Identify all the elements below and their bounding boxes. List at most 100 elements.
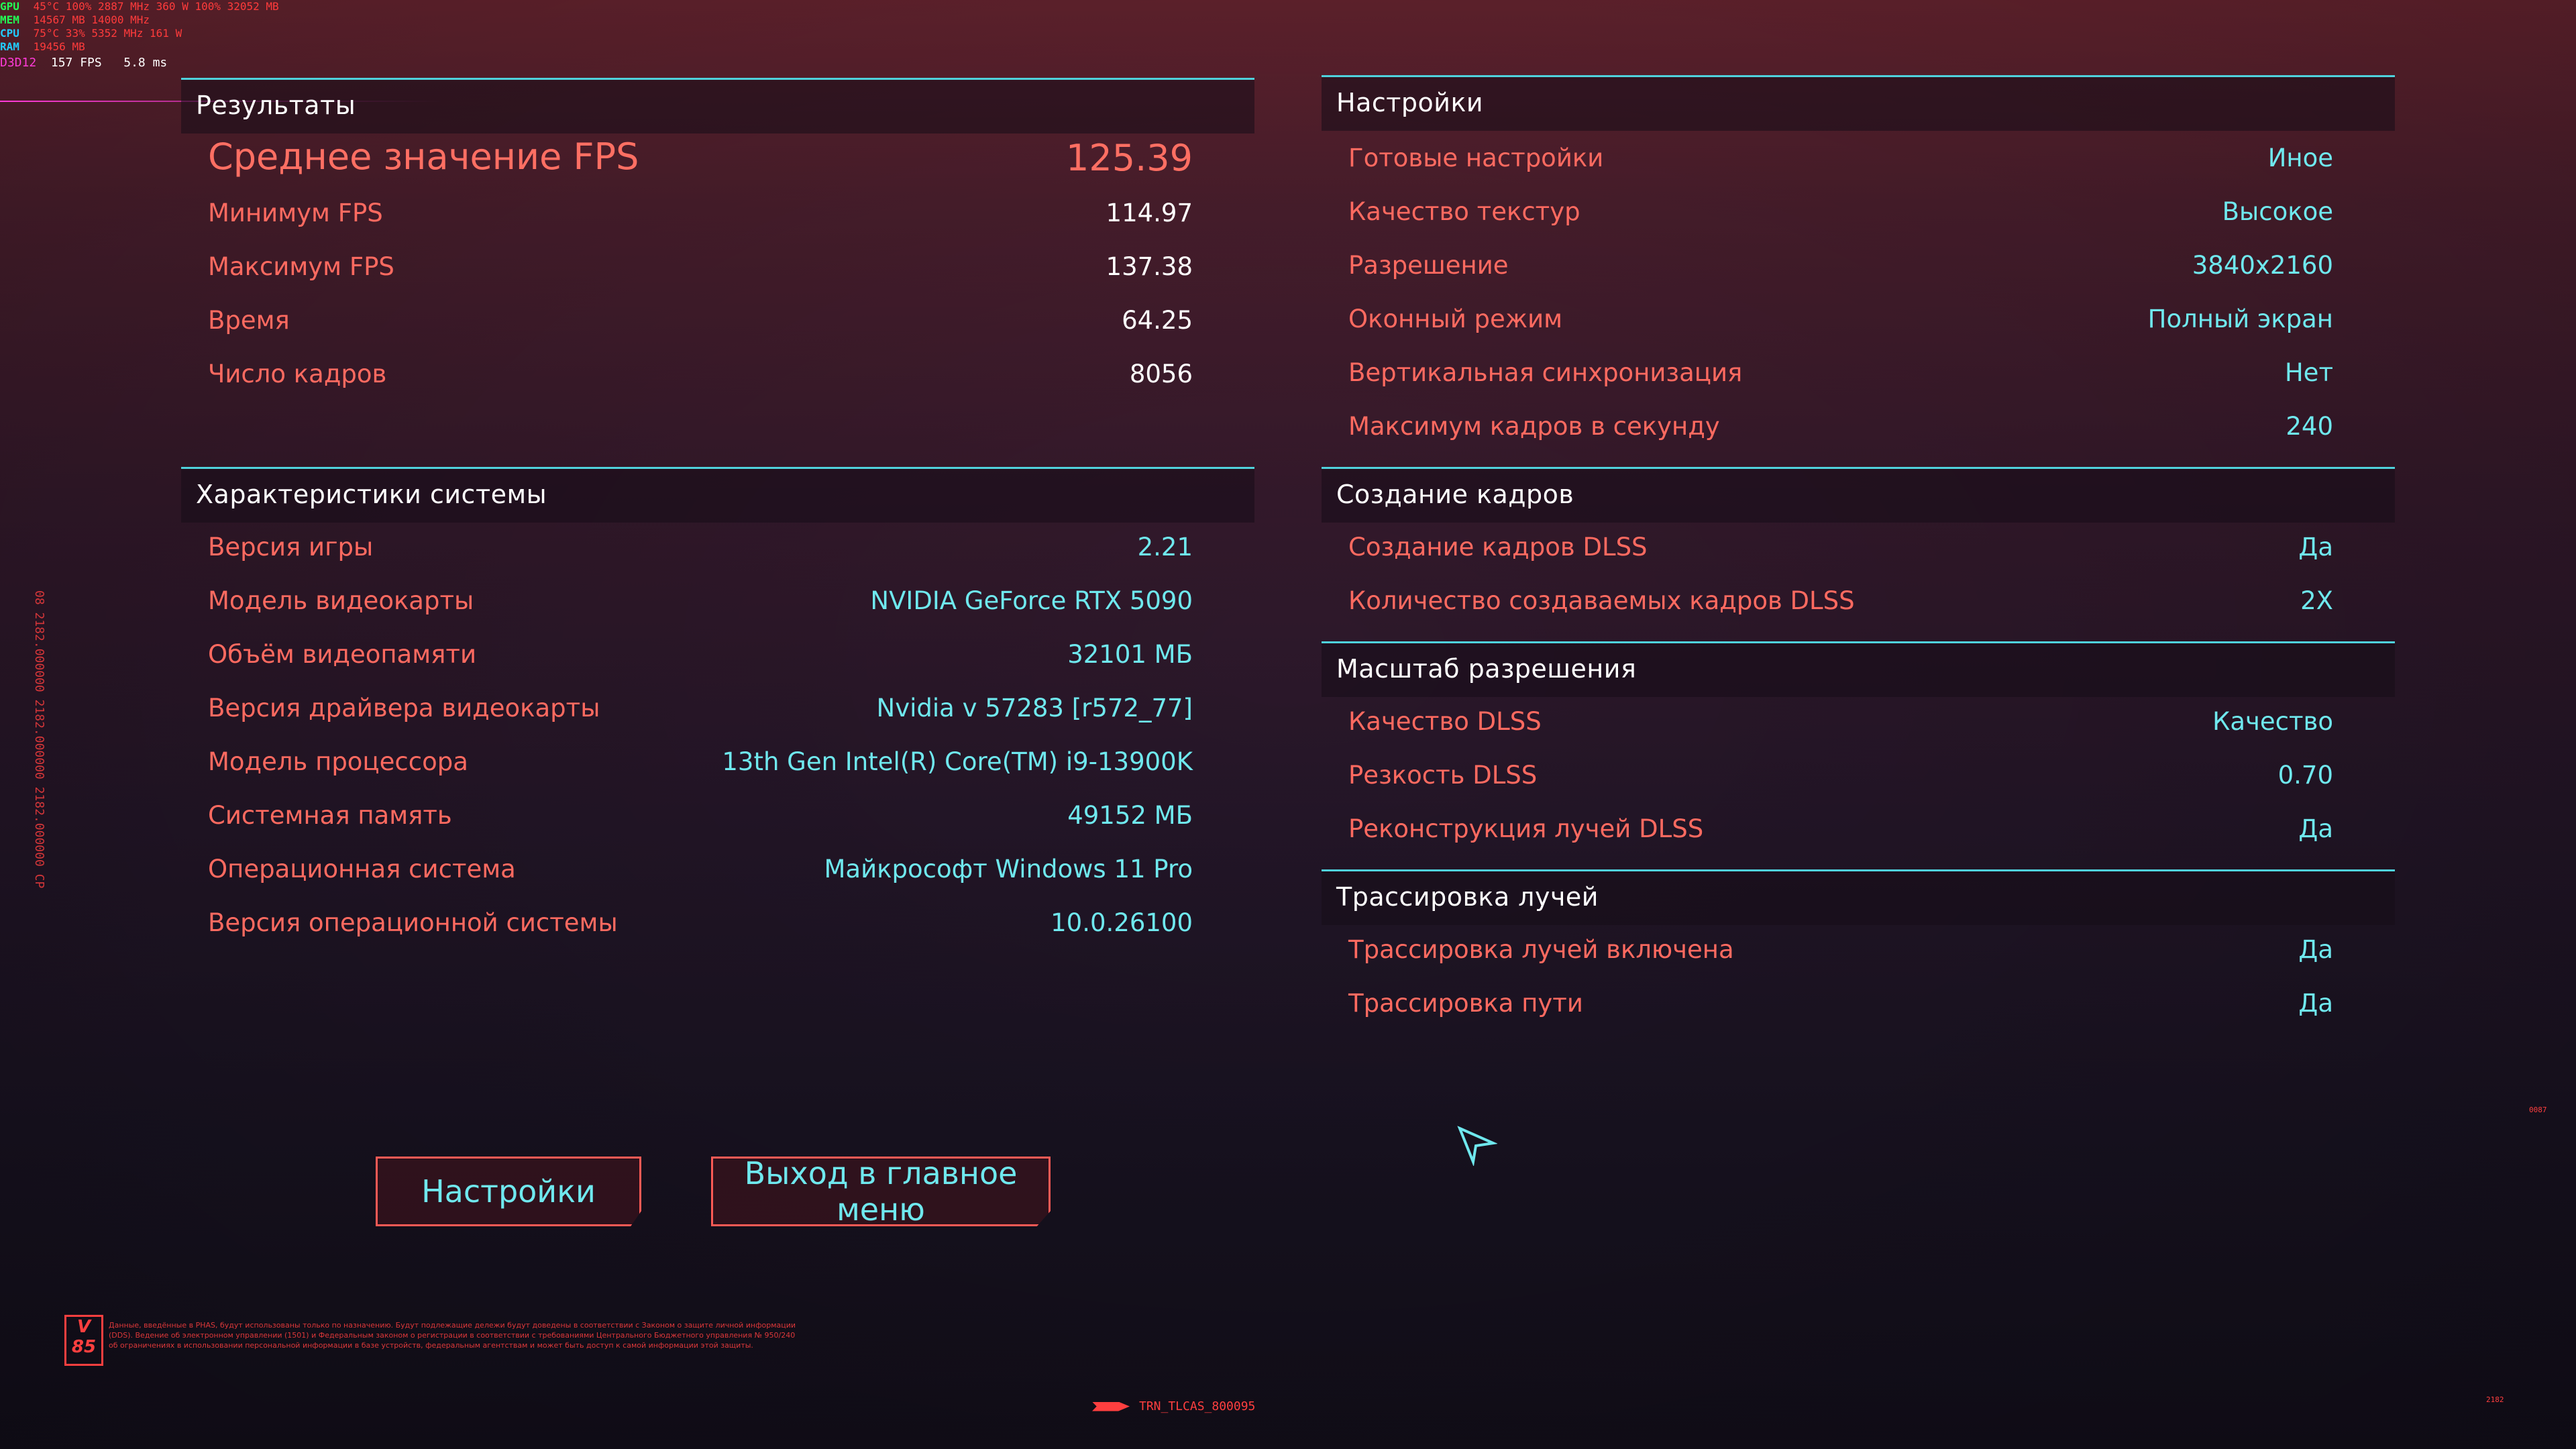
overlay-label: GPU xyxy=(0,0,19,13)
system-label: Операционная система xyxy=(208,855,516,883)
framegen-label: Создание кадров DLSS xyxy=(1348,533,1648,561)
badge-bottom: 85 xyxy=(71,1337,97,1357)
system-value: 13th Gen Intel(R) Core(TM) i9-13900K xyxy=(722,747,1193,776)
system-value: 10.0.26100 xyxy=(1051,908,1193,937)
stat-label: Минимум FPS xyxy=(208,199,383,227)
settings-value: 3840x2160 xyxy=(2192,251,2333,280)
settings-panel: Настройки Готовые настройки Иное Качеств… xyxy=(1322,75,2395,464)
stat-value: 125.39 xyxy=(1066,137,1193,179)
raytracing-label: Трассировка лучей включена xyxy=(1348,935,1734,964)
stat-row-max-fps: Максимум FPS 137.38 xyxy=(181,240,1254,294)
system-label: Версия игры xyxy=(208,533,374,561)
framegen-title: Создание кадров xyxy=(1336,480,1574,509)
system-label: Объём видеопамяти xyxy=(208,640,476,669)
build-id: TRN_TLCAS_800095 xyxy=(1092,1399,1255,1413)
scaling-row-ray-reconstruction: Реконструкция лучей DLSS Да xyxy=(1322,802,2395,856)
system-label: Модель процессора xyxy=(208,747,468,776)
settings-value: 240 xyxy=(2286,412,2333,441)
badge-top: V xyxy=(76,1317,91,1337)
settings-label: Вертикальная синхронизация xyxy=(1348,358,1743,387)
raytracing-row-path: Трассировка пути Да xyxy=(1322,977,2395,1030)
framegen-value: Да xyxy=(2298,533,2333,561)
system-label: Версия операционной системы xyxy=(208,908,618,937)
scaling-value: Да xyxy=(2298,814,2333,843)
settings-row-vsync: Вертикальная синхронизация Нет xyxy=(1322,346,2395,400)
settings-header: Настройки xyxy=(1322,75,2395,131)
rating-badge: V 85 xyxy=(64,1315,103,1366)
raytracing-header: Трассировка лучей xyxy=(1322,869,2395,925)
system-value: Nvidia v 57283 [r572_77] xyxy=(876,694,1193,722)
framegen-panel: Создание кадров Создание кадров DLSS Да … xyxy=(1322,467,2395,635)
settings-label: Качество текстур xyxy=(1348,197,1580,226)
raytracing-label: Трассировка пути xyxy=(1348,989,1583,1018)
raytracing-row-enabled: Трассировка лучей включена Да xyxy=(1322,923,2395,977)
framegen-value: 2X xyxy=(2300,586,2333,615)
settings-value: Полный экран xyxy=(2147,305,2333,333)
raytracing-value: Да xyxy=(2298,935,2333,964)
framegen-row-count: Количество создаваемых кадров DLSS 2X xyxy=(1322,574,2395,628)
overlay-frametime: 5.8 ms xyxy=(123,56,168,70)
side-debug-text: 08 2182.000000 2182.000000 2182.000000 C… xyxy=(32,590,46,889)
stat-value: 114.97 xyxy=(1106,199,1193,227)
build-label: TRN_TLCAS_800095 xyxy=(1139,1399,1256,1413)
stat-row-frames: Число кадров 8056 xyxy=(181,347,1254,401)
overlay-label: CPU xyxy=(0,27,19,40)
overlay-label: MEM xyxy=(0,13,19,26)
system-row-driver: Версия драйвера видеокарты Nvidia v 5728… xyxy=(181,682,1254,735)
legal-text: Данные, введённые в PHAS, будут использо… xyxy=(109,1321,796,1350)
stat-label: Число кадров xyxy=(208,360,387,388)
stat-label: Время xyxy=(208,306,290,335)
corner-mark-mid: 0087 xyxy=(2529,1106,2547,1114)
main-menu-button[interactable]: Выход в главное меню xyxy=(711,1157,1051,1226)
settings-value: Высокое xyxy=(2222,197,2333,226)
settings-row-preset: Готовые настройки Иное xyxy=(1322,131,2395,185)
overlay-row-cpu: CPU 75°C 33% 5352 MHz 161 W xyxy=(0,27,182,40)
raytracing-value: Да xyxy=(2298,989,2333,1018)
stat-value: 137.38 xyxy=(1106,252,1193,281)
stat-label: Среднее значение FPS xyxy=(208,136,639,178)
pointer-arrow-icon xyxy=(1456,1124,1499,1169)
scaling-label: Резкость DLSS xyxy=(1348,761,1538,790)
scaling-value: 0.70 xyxy=(2277,761,2333,790)
overlay-row-mem: MEM 14567 MB 14000 MHz xyxy=(0,13,150,27)
overlay-row-gpu: GPU 45°C 100% 2887 MHz 360 W 100% 32052 … xyxy=(0,0,279,13)
raytracing-title: Трассировка лучей xyxy=(1336,882,1599,912)
system-row-os: Операционная система Майкрософт Windows … xyxy=(181,843,1254,896)
system-value: Майкрософт Windows 11 Pro xyxy=(824,855,1193,883)
settings-value: Иное xyxy=(2267,144,2333,172)
overlay-api-label: D3D12 xyxy=(0,56,37,70)
results-panel: Результаты Среднее значение FPS 125.39 М… xyxy=(181,78,1254,453)
overlay-fps: D3D12 157 FPS 5.8 ms xyxy=(0,56,167,70)
overlay-values: 75°C 33% 5352 MHz 161 W xyxy=(33,27,182,40)
stat-row-min-fps: Минимум FPS 114.97 xyxy=(181,186,1254,240)
system-row-ram: Системная память 49152 МБ xyxy=(181,789,1254,843)
system-value: NVIDIA GeForce RTX 5090 xyxy=(870,586,1193,615)
scaling-label: Реконструкция лучей DLSS xyxy=(1348,814,1704,843)
system-header: Характеристики системы xyxy=(181,467,1254,523)
scaling-header: Масштаб разрешения xyxy=(1322,641,2395,697)
results-title: Результаты xyxy=(196,91,356,120)
settings-label: Максимум кадров в секунду xyxy=(1348,412,1720,441)
settings-row-texture: Качество текстур Высокое xyxy=(1322,185,2395,239)
scaling-panel: Масштаб разрешения Качество DLSS Качеств… xyxy=(1322,641,2395,863)
settings-button[interactable]: Настройки xyxy=(376,1157,641,1226)
system-value: 32101 МБ xyxy=(1067,640,1193,669)
results-header: Результаты xyxy=(181,78,1254,133)
overlay-label: RAM xyxy=(0,40,19,53)
framegen-row-dlss-fg: Создание кадров DLSS Да xyxy=(1322,521,2395,574)
corner-mark-bottom: 2182 xyxy=(2486,1395,2504,1404)
system-row-cpu: Модель процессора 13th Gen Intel(R) Core… xyxy=(181,735,1254,789)
stat-value: 8056 xyxy=(1129,360,1193,388)
settings-label: Готовые настройки xyxy=(1348,144,1604,172)
system-value: 49152 МБ xyxy=(1067,801,1193,830)
settings-row-resolution: Разрешение 3840x2160 xyxy=(1322,239,2395,292)
scaling-label: Качество DLSS xyxy=(1348,707,1542,736)
stat-value: 64.25 xyxy=(1122,306,1193,335)
system-label: Версия драйвера видеокарты xyxy=(208,694,600,722)
stat-label: Максимум FPS xyxy=(208,252,394,281)
settings-title: Настройки xyxy=(1336,88,1484,117)
framegen-header: Создание кадров xyxy=(1322,467,2395,523)
system-panel: Характеристики системы Версия игры 2.21 … xyxy=(181,467,1254,950)
system-row-game-version: Версия игры 2.21 xyxy=(181,521,1254,574)
system-label: Модель видеокарты xyxy=(208,586,474,615)
